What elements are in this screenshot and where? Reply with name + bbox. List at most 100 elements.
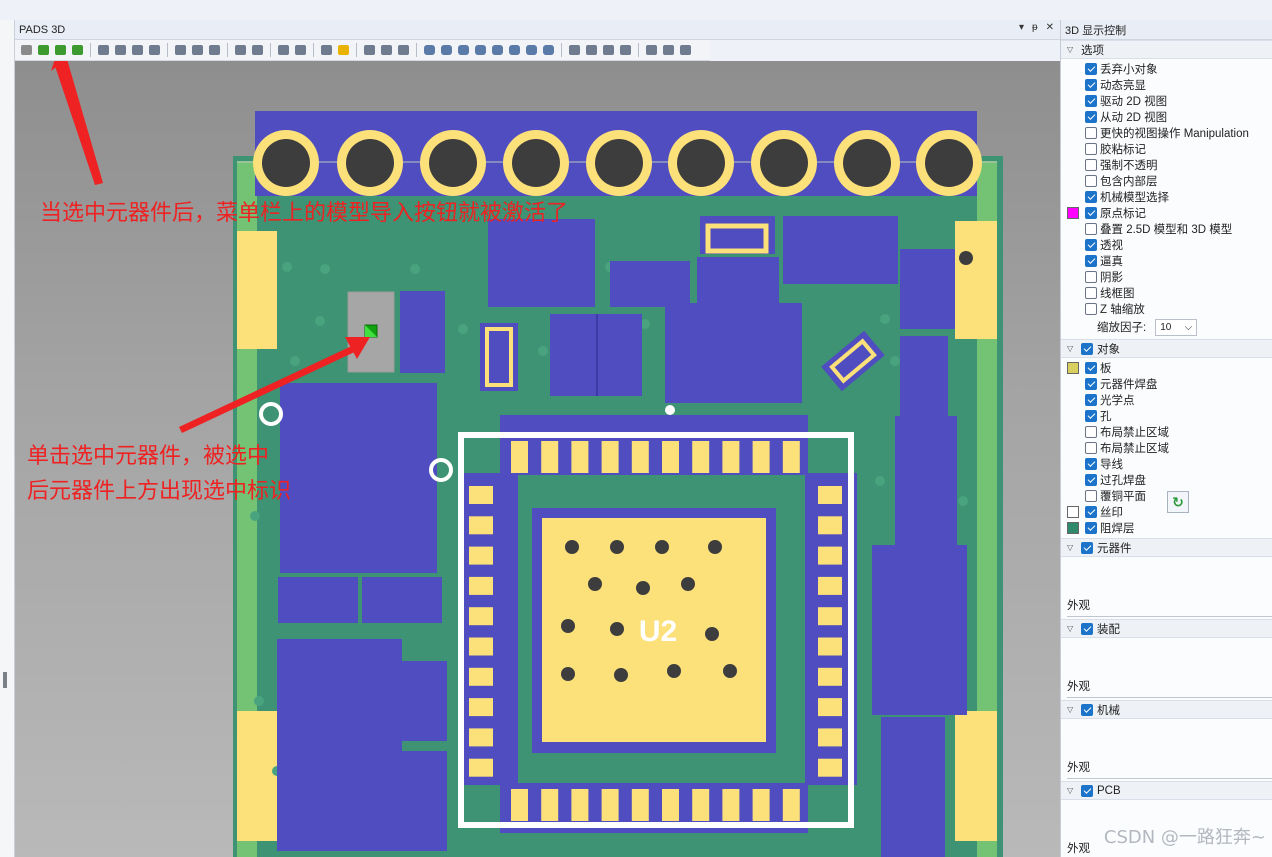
toolbar-model-b-button[interactable] — [53, 43, 68, 57]
toolbar-copy-button[interactable] — [379, 43, 394, 57]
toolbar-cube-c-button[interactable] — [456, 43, 471, 57]
option-row[interactable]: 更快的视图操作 Manipulation — [1061, 125, 1272, 141]
toolbar-refresh-button[interactable] — [618, 43, 633, 57]
pane-close-icon[interactable]: ✕ — [1046, 22, 1054, 33]
toolbar-measure-b-button[interactable] — [293, 43, 308, 57]
option-checkbox[interactable] — [1085, 239, 1097, 251]
scale-factor-select[interactable]: 10 ⌵ — [1155, 318, 1198, 336]
toolbar-zoom-a-button[interactable] — [233, 43, 248, 57]
toolbar-cube-e-button[interactable] — [490, 43, 505, 57]
object-checkbox[interactable] — [1085, 378, 1097, 390]
option-checkbox[interactable] — [1085, 143, 1097, 155]
option-row[interactable]: 驱动 2D 视图 — [1061, 93, 1272, 109]
object-checkbox[interactable] — [1085, 458, 1097, 470]
option-checkbox[interactable] — [1085, 63, 1097, 75]
option-row[interactable]: 透视 — [1061, 237, 1272, 253]
toolbar-cube-f-button[interactable] — [507, 43, 522, 57]
toolbar-flip-button[interactable] — [319, 43, 334, 57]
object-row[interactable]: 阻焊层 — [1061, 520, 1272, 536]
option-checkbox[interactable] — [1085, 255, 1097, 267]
toolbar-view-c-button[interactable] — [130, 43, 145, 57]
object-row[interactable]: 孔 — [1061, 408, 1272, 424]
toolbar-opt-b-button[interactable] — [661, 43, 676, 57]
toolbar-tool-c-button[interactable] — [207, 43, 222, 57]
object-checkbox[interactable] — [1085, 410, 1097, 422]
option-row[interactable]: 线框图 — [1061, 285, 1272, 301]
section-header-3[interactable]: ▽ PCB — [1061, 781, 1272, 800]
option-row[interactable]: 逼真 — [1061, 253, 1272, 269]
object-row[interactable]: 过孔焊盘 — [1061, 472, 1272, 488]
color-swatch[interactable] — [1067, 362, 1079, 374]
pane-menu-icon[interactable]: ▾ — [1019, 22, 1024, 33]
option-checkbox[interactable] — [1085, 287, 1097, 299]
collapse-icon[interactable]: ▽ — [1067, 45, 1077, 54]
option-checkbox[interactable] — [1085, 127, 1097, 139]
option-checkbox[interactable] — [1085, 191, 1097, 203]
object-row[interactable]: 元器件焊盘 — [1061, 376, 1272, 392]
toolbar-cube-a-button[interactable] — [422, 43, 437, 57]
toolbar-opt-a-button[interactable] — [644, 43, 659, 57]
color-swatch[interactable] — [1067, 207, 1079, 219]
section-header-0[interactable]: ▽ 元器件 — [1061, 538, 1272, 557]
option-row[interactable]: 包含内部层 — [1061, 173, 1272, 189]
section-checkbox[interactable] — [1081, 622, 1093, 635]
selected-component[interactable] — [347, 291, 395, 373]
toolbar-paint-button[interactable] — [396, 43, 411, 57]
option-row[interactable]: 机械模型选择 — [1061, 189, 1272, 205]
toolbar-fit-button[interactable] — [567, 43, 582, 57]
toolbar-cube-g-button[interactable] — [524, 43, 539, 57]
options-section-header[interactable]: ▽ 选项 — [1061, 40, 1272, 59]
toolbar-tool-a-button[interactable] — [173, 43, 188, 57]
object-checkbox[interactable] — [1085, 506, 1097, 518]
object-row[interactable]: 布局禁止区域 — [1061, 440, 1272, 456]
toolbar-active-view-button[interactable] — [362, 43, 377, 57]
option-checkbox[interactable] — [1085, 79, 1097, 91]
option-row[interactable]: 从动 2D 视图 — [1061, 109, 1272, 125]
option-row[interactable]: 叠置 2.5D 模型和 3D 模型 — [1061, 221, 1272, 237]
toolbar-view-d-button[interactable] — [147, 43, 162, 57]
section-header-2[interactable]: ▽ 机械 — [1061, 700, 1272, 719]
toolbar-measure-a-button[interactable] — [276, 43, 291, 57]
section-checkbox[interactable] — [1081, 703, 1093, 716]
toolbar-view-b-button[interactable] — [113, 43, 128, 57]
object-row[interactable]: 布局禁止区域 — [1061, 424, 1272, 440]
object-checkbox[interactable] — [1085, 394, 1097, 406]
toolbar-view-a-button[interactable] — [96, 43, 111, 57]
toolbar-import-model-button[interactable] — [36, 43, 51, 57]
collapse-icon[interactable]: ▽ — [1067, 786, 1077, 795]
object-row[interactable]: 丝印 — [1061, 504, 1272, 520]
section-checkbox[interactable] — [1081, 541, 1093, 554]
splitter-grip[interactable] — [3, 672, 7, 688]
toolbar-rotate-button[interactable] — [601, 43, 616, 57]
option-row[interactable]: Z 轴缩放 — [1061, 301, 1272, 317]
option-checkbox[interactable] — [1085, 223, 1097, 235]
object-checkbox[interactable] — [1085, 490, 1097, 502]
option-row[interactable]: 胶粘标记 — [1061, 141, 1272, 157]
toolbar-tool-b-button[interactable] — [190, 43, 205, 57]
option-checkbox[interactable] — [1085, 271, 1097, 283]
color-swatch[interactable] — [1067, 522, 1079, 534]
object-checkbox[interactable] — [1085, 474, 1097, 486]
color-swatch[interactable] — [1067, 506, 1079, 518]
object-checkbox[interactable] — [1085, 426, 1097, 438]
section-checkbox[interactable] — [1081, 784, 1093, 797]
collapse-icon[interactable]: ▽ — [1067, 344, 1077, 353]
option-checkbox[interactable] — [1085, 159, 1097, 171]
toolbar-warning-button[interactable] — [336, 43, 351, 57]
collapse-icon[interactable]: ▽ — [1067, 624, 1077, 633]
object-row[interactable]: 导线 — [1061, 456, 1272, 472]
option-row[interactable]: 动态亮显 — [1061, 77, 1272, 93]
toolbar-model-c-button[interactable] — [70, 43, 85, 57]
pane-pin-icon[interactable]: ᵽ — [1032, 22, 1038, 33]
collapse-icon[interactable]: ▽ — [1067, 543, 1077, 552]
object-row[interactable]: 覆铜平面 ↻ — [1061, 488, 1272, 513]
option-checkbox[interactable] — [1085, 111, 1097, 123]
object-checkbox[interactable] — [1085, 522, 1097, 534]
object-checkbox[interactable] — [1085, 362, 1097, 374]
object-checkbox[interactable] — [1085, 442, 1097, 454]
option-checkbox[interactable] — [1085, 207, 1097, 219]
objects-checkbox[interactable] — [1081, 342, 1093, 355]
option-checkbox[interactable] — [1085, 95, 1097, 107]
option-row[interactable]: 强制不透明 — [1061, 157, 1272, 173]
object-row[interactable]: 光学点 — [1061, 392, 1272, 408]
